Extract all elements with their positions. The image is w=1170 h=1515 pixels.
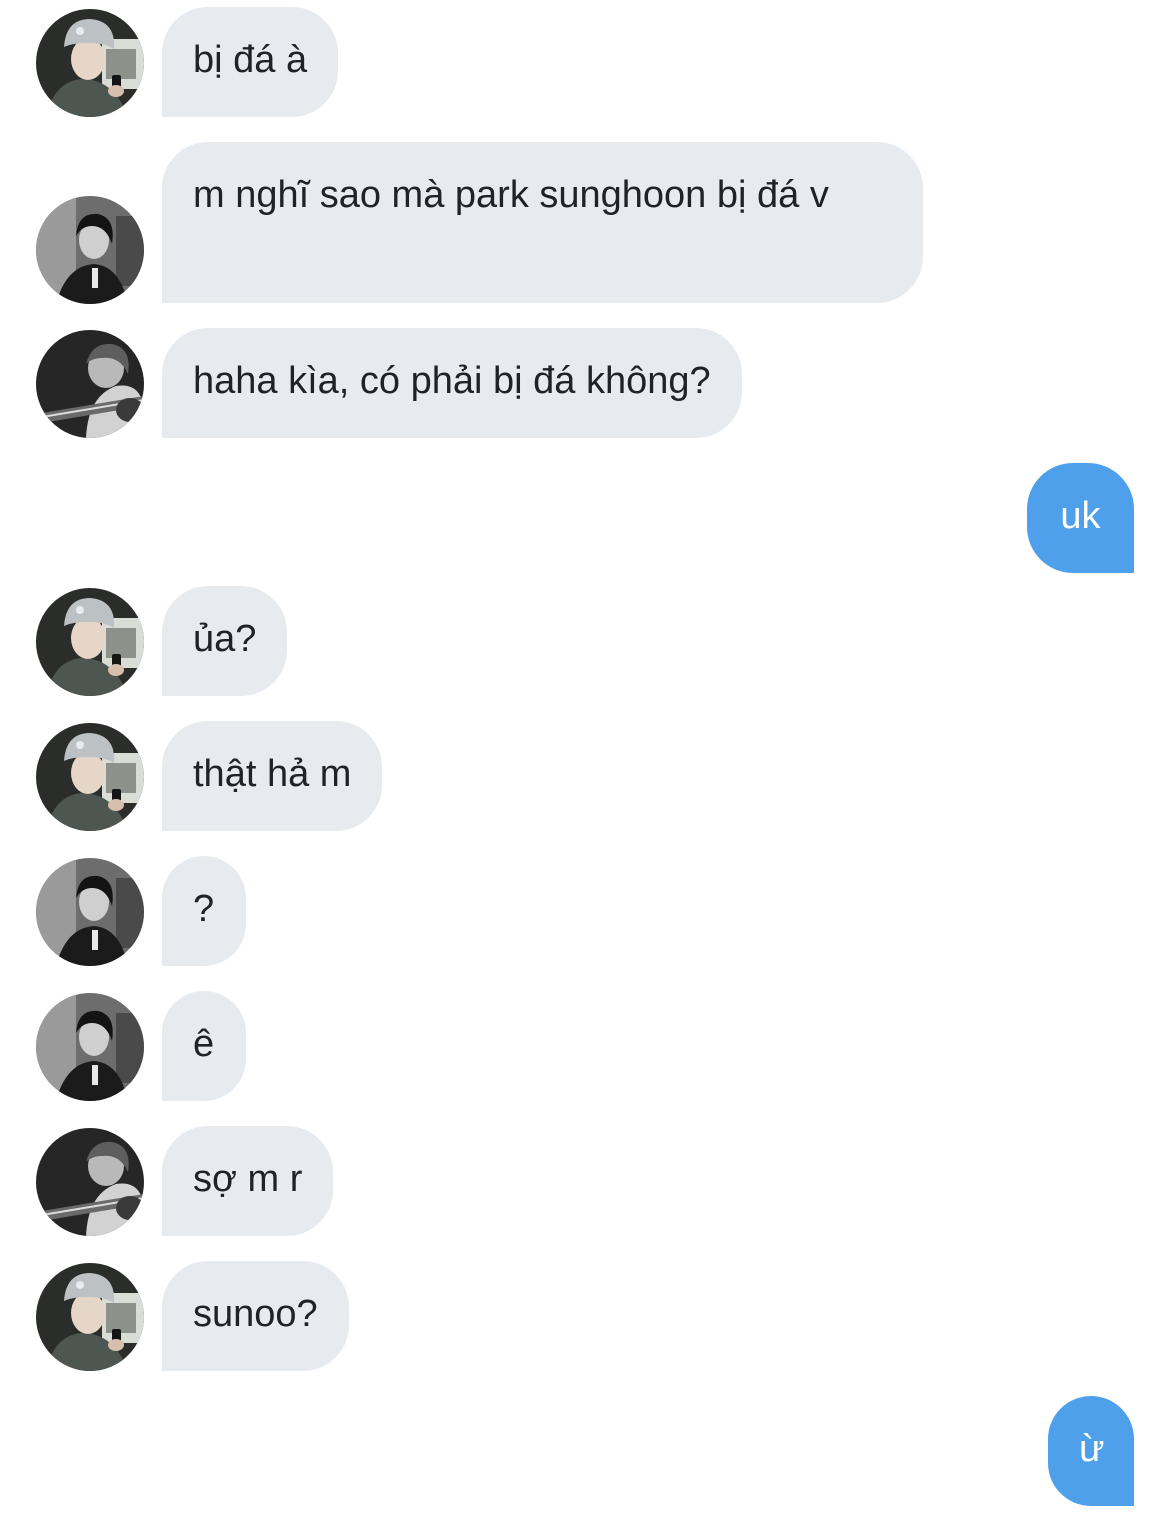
message-bubble-incoming[interactable]: bị đá à: [162, 7, 339, 117]
message-bubble-incoming[interactable]: haha kìa, có phải bị đá không?: [162, 328, 742, 438]
message-row: sunoo?: [0, 1261, 1170, 1371]
avatar-dark-hair-icon[interactable]: [36, 858, 144, 966]
message-row: sợ m r: [0, 1126, 1170, 1236]
avatar-beanie-icon[interactable]: [36, 9, 144, 117]
message-row: ê: [0, 991, 1170, 1101]
message-row-outgoing: uk: [0, 463, 1170, 573]
message-bubble-incoming[interactable]: ủa?: [162, 586, 288, 696]
message-row: ?: [0, 856, 1170, 966]
message-bubble-incoming[interactable]: ?: [162, 856, 246, 966]
avatar-guitar-icon[interactable]: [36, 1128, 144, 1236]
message-row: haha kìa, có phải bị đá không?: [0, 328, 1170, 438]
avatar-beanie-icon[interactable]: [36, 588, 144, 696]
message-row: bị đá à: [0, 7, 1170, 117]
message-bubble-outgoing[interactable]: uk: [1027, 463, 1134, 573]
message-bubble-outgoing[interactable]: ừ: [1048, 1396, 1134, 1506]
message-bubble-incoming[interactable]: thật hả m: [162, 721, 383, 831]
message-row-outgoing: ừ: [0, 1396, 1170, 1506]
message-bubble-incoming[interactable]: sợ m r: [162, 1126, 334, 1236]
avatar-beanie-icon[interactable]: [36, 723, 144, 831]
avatar-guitar-icon[interactable]: [36, 330, 144, 438]
message-thread: bị đá à m nghĩ sao mà park sunghoon bị đ…: [0, 0, 1170, 1515]
avatar-dark-hair-icon[interactable]: [36, 196, 144, 304]
message-row: m nghĩ sao mà park sunghoon bị đá v: [0, 142, 1170, 303]
message-bubble-incoming[interactable]: ê: [162, 991, 246, 1101]
message-bubble-incoming[interactable]: m nghĩ sao mà park sunghoon bị đá v: [162, 142, 923, 303]
message-row: ủa?: [0, 586, 1170, 696]
avatar-beanie-icon[interactable]: [36, 1263, 144, 1371]
avatar-dark-hair-icon[interactable]: [36, 993, 144, 1101]
message-bubble-incoming[interactable]: sunoo?: [162, 1261, 349, 1371]
message-row: thật hả m: [0, 721, 1170, 831]
